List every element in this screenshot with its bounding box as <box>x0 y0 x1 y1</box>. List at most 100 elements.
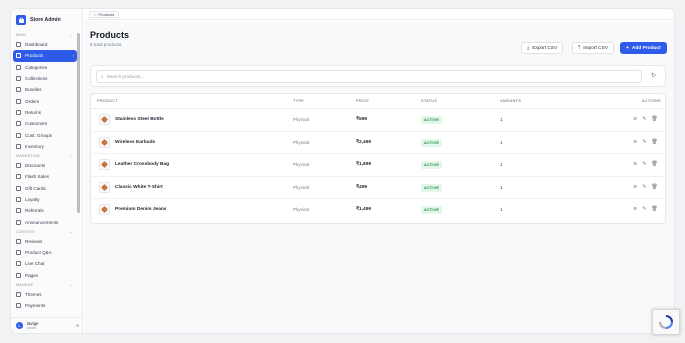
plus-icon: + <box>626 45 629 51</box>
brand[interactable]: Store Admin <box>16 13 61 27</box>
product-type: Physical <box>293 139 310 145</box>
sidebar-item-gift-cards[interactable]: Gift Cards <box>13 183 77 194</box>
sidebar-item-label: Inventory <box>25 143 44 149</box>
row-actions: ≋ ✎ 🗑 <box>633 139 658 145</box>
stack-icon[interactable]: ≋ <box>633 161 637 167</box>
sidebar-item-pages[interactable]: Pages <box>13 270 77 281</box>
add-product-label: Add Product <box>631 45 661 51</box>
refresh-icon[interactable]: ↻ <box>651 72 656 79</box>
stack-icon[interactable]: ≋ <box>633 206 637 212</box>
sidebar-item-reviews[interactable]: Reviews <box>13 236 77 247</box>
table-row[interactable]: Stainless Steel Bottle Physical ₹599 ACT… <box>91 109 665 132</box>
product-name[interactable]: Premium Denim Jeans <box>115 207 166 212</box>
row-actions: ≋ ✎ 🗑 <box>633 161 658 167</box>
product-thumbnail-icon <box>99 204 110 215</box>
sidebar-item-label: Customers <box>25 121 48 127</box>
product-name[interactable]: Stainless Steel Bottle <box>115 117 164 122</box>
sidebar-item-loyalty[interactable]: Loyalty <box>13 194 77 205</box>
table-row[interactable]: Leather Crossbody Bag Physical ₹1,899 AC… <box>91 154 665 177</box>
product-name[interactable]: Classic White T-Shirt <box>115 185 163 190</box>
chevron-right-icon: › <box>72 53 74 58</box>
sidebar-item-customers[interactable]: Customers <box>13 118 77 129</box>
app-window: Store Admin MAIN ⌄ Dashboard Products › Categ… <box>11 9 674 333</box>
product-type: Physical <box>293 162 310 167</box>
table-row[interactable]: Wireless Earbuds Physical ₹2,499 ACTIVE … <box>91 132 665 154</box>
logout-icon[interactable]: ⇥ <box>75 323 79 329</box>
sidebar-item-product-q-a[interactable]: Product Q&A <box>13 247 77 258</box>
sidebar-item-discounts[interactable]: Discounts <box>13 160 77 171</box>
trash-icon[interactable]: 🗑 <box>651 206 657 212</box>
sidebar-item-dashboard[interactable]: Dashboard <box>13 39 77 50</box>
edit-icon[interactable]: ✎ <box>642 139 646 145</box>
nav-item-icon <box>16 219 21 225</box>
nav-item-icon <box>16 42 21 48</box>
trash-icon[interactable]: 🗑 <box>651 161 657 167</box>
search-icon: ⌕ <box>101 74 104 79</box>
col-price[interactable]: PRICE <box>356 99 369 103</box>
col-product[interactable]: PRODUCT <box>97 99 118 103</box>
user-profile[interactable]: L lavige admin ⇥ <box>11 317 83 333</box>
user-role: admin <box>27 326 37 330</box>
col-variants[interactable]: VARIANTS <box>500 99 521 103</box>
sidebar-item-referrals[interactable]: Referrals <box>13 205 77 216</box>
sidebar-item-label: Flash Sales <box>25 174 50 180</box>
trash-icon[interactable]: 🗑 <box>651 184 657 190</box>
trash-icon[interactable]: 🗑 <box>651 139 657 145</box>
sidebar-section-header[interactable]: MARKETING ⌄ <box>13 152 77 160</box>
product-type: Physical <box>293 184 310 190</box>
export-csv-button[interactable]: ⤓ Export CSV <box>521 42 564 54</box>
sidebar-item-products[interactable]: Products › <box>13 50 77 62</box>
nav-item-icon <box>16 250 21 256</box>
product-name[interactable]: Wireless Earbuds <box>115 140 155 145</box>
add-product-button[interactable]: + Add Product <box>620 42 667 54</box>
sidebar-section-label: MAIN <box>16 33 27 37</box>
import-csv-button[interactable]: ⤒ Import CSV <box>572 42 615 54</box>
col-status[interactable]: STATUS <box>421 99 437 103</box>
nav-item-icon <box>16 121 21 127</box>
nav-item-icon <box>16 53 21 59</box>
stack-icon[interactable]: ≋ <box>633 139 637 145</box>
nav-item-icon <box>16 76 21 82</box>
sidebar-item-orders[interactable]: Orders <box>13 95 77 106</box>
edit-icon[interactable]: ✎ <box>642 116 646 122</box>
status-badge: ACTIVE <box>421 206 443 214</box>
breadcrumb[interactable]: ⌂ Products <box>89 11 120 18</box>
search-input[interactable]: ⌕ Search products... <box>96 70 642 83</box>
status-badge: ACTIVE <box>421 183 443 192</box>
sidebar-item-label: Categories <box>25 64 48 70</box>
table-row[interactable]: Classic White T-Shirt Physical ₹499 ACTI… <box>91 177 665 199</box>
sidebar-item-cust-groups[interactable]: Cust. Groups <box>13 129 77 140</box>
sidebar-item-themes[interactable]: Themes <box>13 289 77 300</box>
sidebar-item-inventory[interactable]: Inventory <box>13 141 77 152</box>
sidebar-item-label: Loyalty <box>25 197 40 202</box>
col-type[interactable]: TYPE <box>293 99 304 103</box>
main-content: Products 5 total products ⤓ Export CSV ⤒… <box>84 21 674 333</box>
stack-icon[interactable]: ≋ <box>633 116 637 122</box>
sidebar-section-header[interactable]: CONTENT ⌄ <box>13 228 77 236</box>
sidebar-section-header[interactable]: MANAGE ⌄ <box>13 281 77 289</box>
edit-icon[interactable]: ✎ <box>642 161 646 167</box>
edit-icon[interactable]: ✎ <box>642 184 646 190</box>
sidebar-item-collections[interactable]: Collections <box>13 73 77 84</box>
sidebar-item-bundles[interactable]: Bundles <box>13 84 77 95</box>
sidebar-section-header[interactable]: MAIN ⌄ <box>13 31 77 39</box>
product-price: ₹499 <box>356 184 368 190</box>
sidebar-scrollbar[interactable] <box>77 33 80 213</box>
stack-icon[interactable]: ≋ <box>633 184 637 190</box>
nav-item-icon <box>16 238 21 244</box>
sidebar-item-label: Reviews <box>25 238 43 244</box>
sidebar-item-categories[interactable]: Categories <box>13 62 77 73</box>
product-thumbnail-icon <box>99 159 110 170</box>
nav-item-icon <box>16 185 21 191</box>
product-name[interactable]: Leather Crossbody Bag <box>115 162 169 167</box>
top-bar: ⌂ Products <box>84 9 674 20</box>
table-row[interactable]: Premium Denim Jeans Physical ₹1,499 ACTI… <box>91 199 665 222</box>
sidebar-item-payments[interactable]: Payments <box>13 300 77 311</box>
recaptcha-badge[interactable] <box>652 309 680 335</box>
sidebar-item-flash-sales[interactable]: Flash Sales <box>13 171 77 182</box>
sidebar-item-returns[interactable]: Returns <box>13 107 77 118</box>
trash-icon[interactable]: 🗑 <box>651 116 657 122</box>
sidebar-item-announcements[interactable]: Announcements <box>13 216 77 227</box>
edit-icon[interactable]: ✎ <box>642 206 646 212</box>
sidebar-item-live-chat[interactable]: Live Chat <box>13 258 77 269</box>
